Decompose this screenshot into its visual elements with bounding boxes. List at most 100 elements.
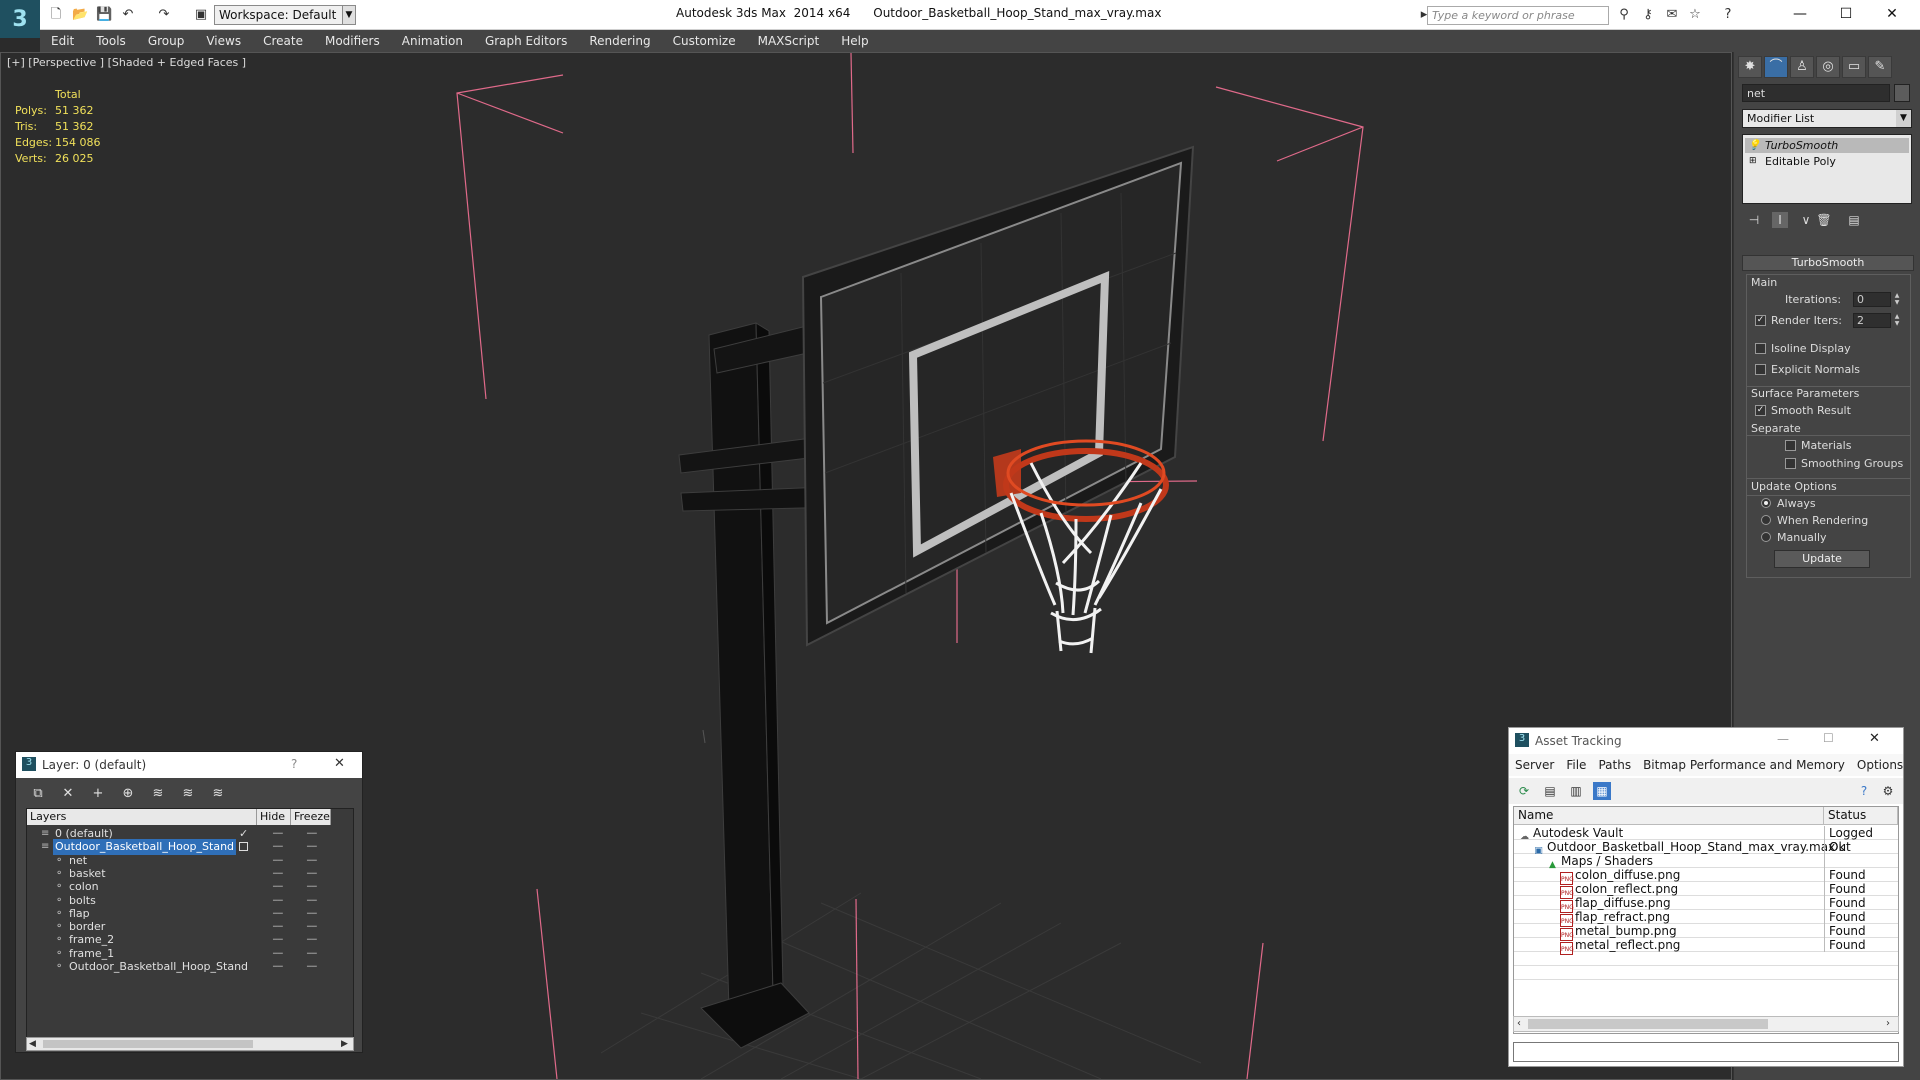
asset-row[interactable]: PNGcolon_reflect.png Found <box>1514 882 1898 899</box>
asset-menu-options[interactable]: Options <box>1851 758 1909 772</box>
create-layer-icon[interactable]: ⧉ <box>28 785 48 803</box>
favorites-star-icon[interactable]: ☆ <box>1687 7 1703 22</box>
menu-maxscript[interactable]: MAXScript <box>747 34 831 48</box>
menu-group[interactable]: Group <box>137 34 196 48</box>
isoline-display-checkbox[interactable] <box>1755 343 1766 354</box>
set-current-layer-icon[interactable] <box>239 842 248 852</box>
asset-menu-file[interactable]: File <box>1560 758 1592 772</box>
stack-item-editable-poly[interactable]: ⊞ Editable Poly <box>1745 154 1909 169</box>
asset-row[interactable]: PNGmetal_bump.png Found <box>1514 924 1898 941</box>
vault-help-icon[interactable]: ? <box>1855 782 1873 800</box>
asset-path-field[interactable] <box>1513 1042 1899 1062</box>
asset-row[interactable]: PNGflap_refract.png Found <box>1514 910 1898 927</box>
remove-modifier-icon[interactable]: 🗑 <box>1816 212 1832 228</box>
binoculars-icon[interactable]: ⚲ <box>1616 7 1632 22</box>
stack-item-turbosmooth[interactable]: 💡 TurboSmooth <box>1745 138 1909 153</box>
menu-rendering[interactable]: Rendering <box>578 34 661 48</box>
refresh-icon[interactable]: ⟳ <box>1515 782 1533 800</box>
table-view-icon[interactable]: ▦ <box>1593 782 1611 800</box>
iterations-spinner[interactable]: 0 <box>1853 292 1891 307</box>
subscription-icon[interactable]: ⚷ <box>1640 7 1656 22</box>
smoothing-groups-checkbox[interactable] <box>1785 458 1796 469</box>
settings-icon[interactable]: ⚙ <box>1879 782 1897 800</box>
asset-scroll-right-icon[interactable]: › <box>1886 1018 1890 1029</box>
show-end-result-icon[interactable]: Ⅰ <box>1772 212 1788 228</box>
scroll-left-icon[interactable]: ◀ <box>29 1039 36 1049</box>
asset-row[interactable]: ▲ Maps / Shaders <box>1514 854 1898 870</box>
open-file-icon[interactable]: 📂 <box>72 7 88 22</box>
new-file-icon[interactable]: 🗋 <box>48 7 64 22</box>
freeze-all-layers-icon[interactable]: ≋ <box>208 785 228 803</box>
render-iters-checkbox[interactable]: ✓ <box>1755 315 1766 326</box>
create-tab-icon[interactable]: ✸ <box>1738 56 1762 78</box>
menu-graph-editors[interactable]: Graph Editors <box>474 34 578 48</box>
asset-horizontal-scrollbar[interactable]: ‹ › <box>1513 1016 1899 1032</box>
list-view-icon[interactable]: ▤ <box>1541 782 1559 800</box>
column-header-layers[interactable]: Layers <box>27 809 257 825</box>
column-header-name[interactable]: Name <box>1514 807 1824 825</box>
lightbulb-icon[interactable]: 💡 <box>1748 138 1760 153</box>
highlight-layer-icon[interactable]: ≋ <box>148 785 168 803</box>
motion-tab-icon[interactable]: ◎ <box>1816 56 1840 78</box>
maximize-icon[interactable]: ☐ <box>1836 4 1856 24</box>
minimize-icon[interactable]: — <box>1790 4 1810 24</box>
save-file-icon[interactable]: 💾 <box>96 7 112 22</box>
menu-views[interactable]: Views <box>195 34 252 48</box>
turbosmooth-rollout-header[interactable]: TurboSmooth <box>1742 255 1914 271</box>
hierarchy-tab-icon[interactable]: ♙ <box>1790 56 1814 78</box>
column-header-status[interactable]: Status <box>1824 807 1898 825</box>
asset-close-icon[interactable]: ✕ <box>1869 731 1880 746</box>
configure-modifier-sets-icon[interactable]: ▤ <box>1846 212 1862 228</box>
menu-help[interactable]: Help <box>830 34 879 48</box>
layer-horizontal-scrollbar[interactable]: ◀ ▶ <box>26 1037 354 1051</box>
modifier-list-dropdown[interactable]: Modifier List <box>1742 109 1912 128</box>
asset-row[interactable]: PNGcolon_diffuse.png Found <box>1514 868 1898 885</box>
menu-edit[interactable]: Edit <box>40 34 85 48</box>
asset-maximize-icon[interactable]: ☐ <box>1823 731 1834 745</box>
layer-row[interactable]: ⚬ Outdoor_Basketball_Hoop_Stand ━━ ━━ <box>27 959 353 975</box>
undo-icon[interactable]: ↶ <box>120 7 136 22</box>
display-tab-icon[interactable]: ▭ <box>1842 56 1866 78</box>
layer-close-icon[interactable]: ✕ <box>334 756 345 771</box>
asset-menu-paths[interactable]: Paths <box>1592 758 1637 772</box>
asset-scroll-left-icon[interactable]: ‹ <box>1517 1018 1521 1029</box>
update-always-radio[interactable] <box>1761 498 1771 508</box>
scroll-thumb[interactable] <box>43 1040 253 1048</box>
delete-layer-icon[interactable]: ✕ <box>58 785 78 803</box>
object-color-swatch[interactable] <box>1894 84 1910 102</box>
add-to-layer-icon[interactable]: + <box>88 785 108 803</box>
menu-customize[interactable]: Customize <box>662 34 747 48</box>
asset-row[interactable]: ☁ Autodesk Vault Logged Out <box>1514 826 1898 854</box>
close-icon[interactable]: ✕ <box>1882 4 1902 24</box>
asset-menu-server[interactable]: Server <box>1509 758 1560 772</box>
asset-minimize-icon[interactable]: — <box>1777 732 1789 746</box>
redo-icon[interactable]: ↷ <box>156 7 172 22</box>
viewport-label[interactable]: [+] [Perspective ] [Shaded + Edged Faces… <box>7 56 246 69</box>
asset-row[interactable]: ▣ Outdoor_Basketball_Hoop_Stand_max_vray.… <box>1514 840 1898 856</box>
search-input[interactable]: Type a keyword or phrase <box>1427 6 1609 25</box>
asset-row[interactable]: PNGmetal_reflect.png Found <box>1514 938 1898 955</box>
menu-tools[interactable]: Tools <box>85 34 137 48</box>
object-name-field[interactable]: net <box>1742 84 1890 102</box>
update-button[interactable]: Update <box>1774 550 1870 568</box>
update-manually-radio[interactable] <box>1761 532 1771 542</box>
workspace-select[interactable]: Workspace: Default <box>214 5 356 25</box>
hide-all-layers-icon[interactable]: ≋ <box>178 785 198 803</box>
asset-menu-bitmap-performance[interactable]: Bitmap Performance and Memory <box>1637 758 1851 772</box>
iterations-spinner-arrows-icon[interactable]: ▲ ▼ <box>1893 292 1901 307</box>
perspective-viewport[interactable]: [+] [Perspective ] [Shaded + Edged Faces… <box>0 52 1732 1080</box>
app-logo-icon[interactable]: 3 <box>0 0 40 38</box>
menu-animation[interactable]: Animation <box>391 34 474 48</box>
scroll-right-icon[interactable]: ▶ <box>341 1039 348 1049</box>
utilities-tab-icon[interactable]: ✎ <box>1868 56 1892 78</box>
asset-scroll-thumb[interactable] <box>1528 1019 1768 1029</box>
workspace-dropdown-arrow-icon[interactable]: ▼ <box>342 5 356 25</box>
expand-plus-icon[interactable]: ⊞ <box>1749 154 1757 169</box>
pin-stack-icon[interactable]: ⊣ <box>1746 212 1762 228</box>
project-folder-icon[interactable]: ▣ <box>193 7 209 22</box>
render-iters-spinner-arrows-icon[interactable]: ▲ ▼ <box>1893 313 1901 328</box>
communication-center-icon[interactable]: ✉ <box>1664 7 1680 22</box>
make-unique-icon[interactable]: ∨ <box>1798 212 1814 228</box>
column-header-hide[interactable]: Hide <box>257 809 291 825</box>
menu-create[interactable]: Create <box>252 34 314 48</box>
